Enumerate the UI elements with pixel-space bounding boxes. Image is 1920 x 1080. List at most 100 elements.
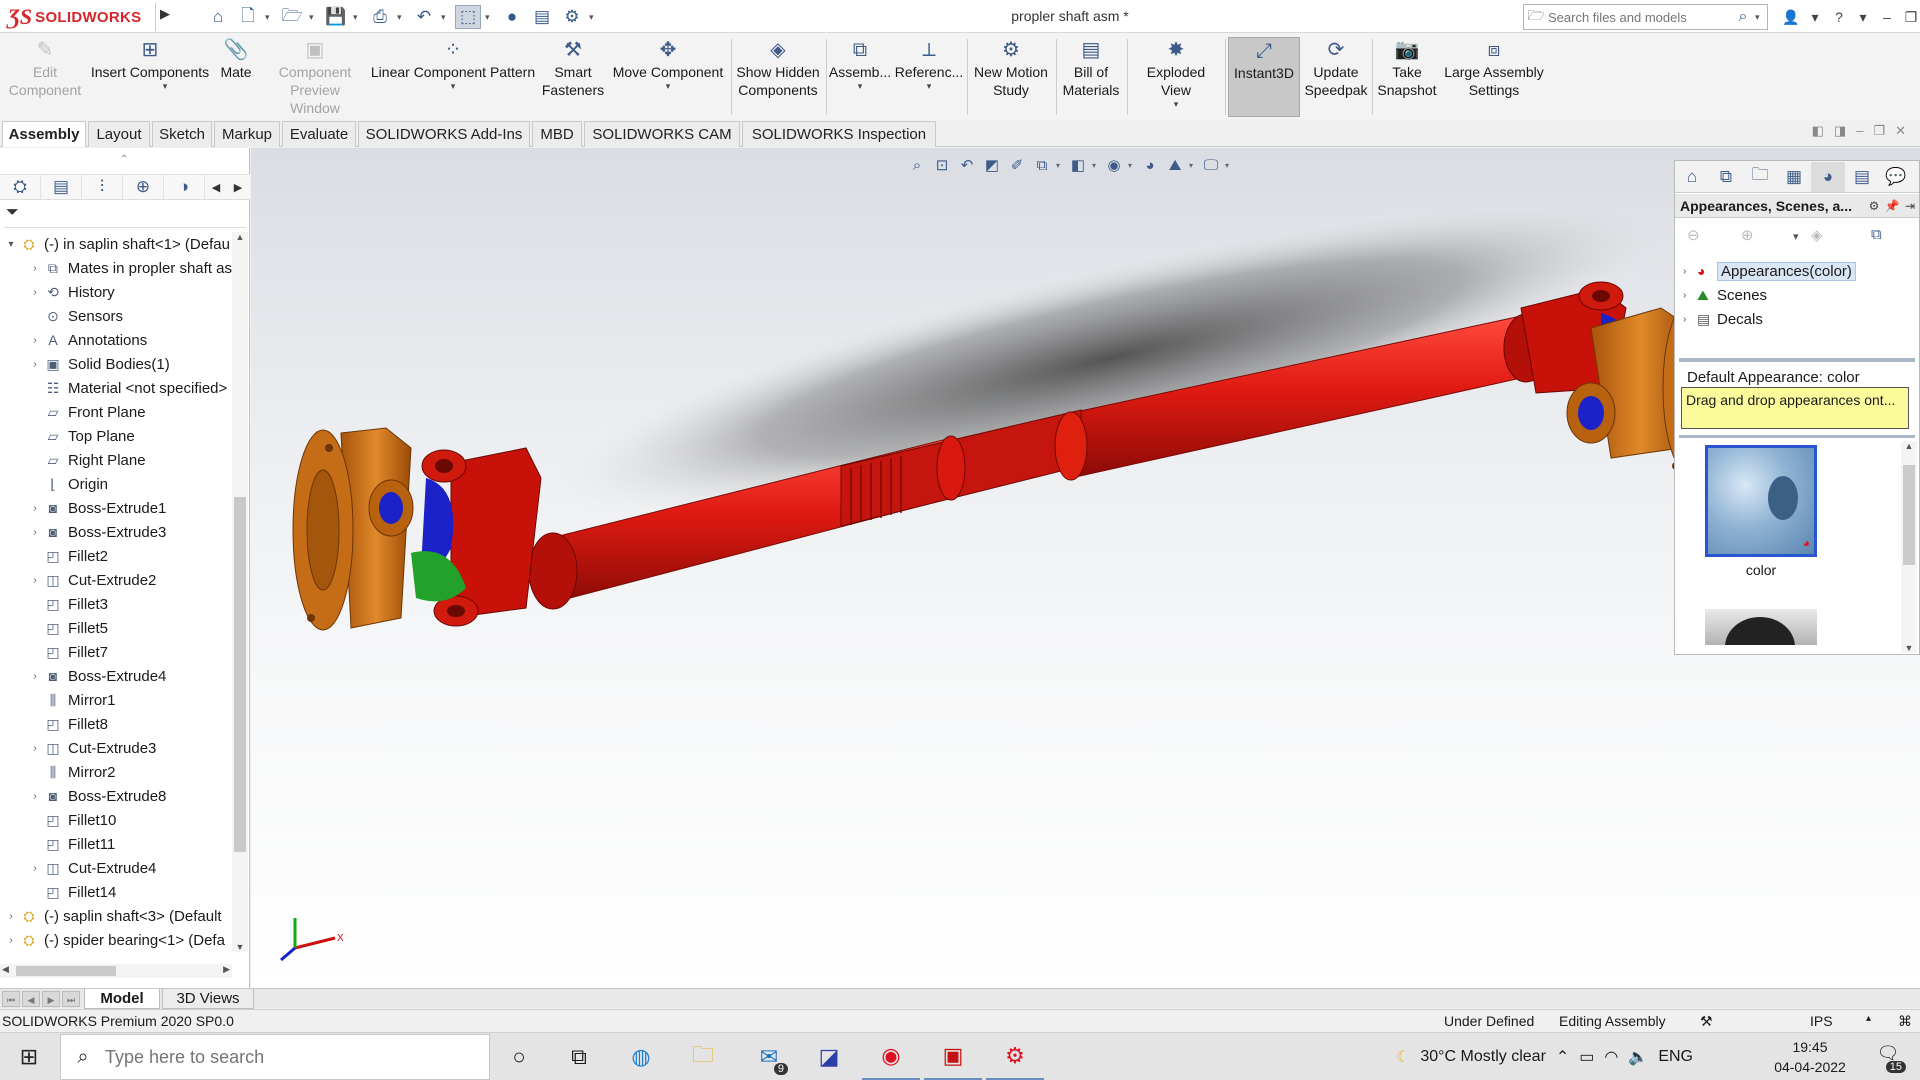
taskbar-search-input[interactable] <box>105 1046 475 1068</box>
minimize-icon[interactable]: – <box>1876 5 1898 29</box>
tree-item[interactable]: ◰ Fillet5 <box>0 616 232 640</box>
tree-item[interactable]: › ⟲ History <box>0 280 232 304</box>
tree-item[interactable]: ☷ Material <not specified> <box>0 376 232 400</box>
appearance-thumbnail-2[interactable] <box>1705 609 1817 645</box>
expand-arrow-icon[interactable]: › <box>28 863 42 874</box>
tags-icon[interactable]: ⌘ <box>1898 1013 1912 1030</box>
linear-component-pattern-button[interactable]: ⁘ Linear Component Pattern ▾ <box>368 37 538 117</box>
large-assembly-settings-button[interactable]: ⧈ Large Assembly Settings <box>1442 37 1546 117</box>
dimxpert-manager-icon[interactable]: ⊕ <box>123 174 164 200</box>
undo-icon[interactable]: ↶ <box>411 5 437 29</box>
options-gear-icon[interactable]: ⚙ <box>559 5 585 29</box>
expand-arrow-icon[interactable]: › <box>28 263 42 274</box>
solidworks-taskbar-icon[interactable]: ▣ <box>924 1033 982 1080</box>
tree-vertical-scrollbar[interactable]: ▲ ▼ <box>232 232 248 952</box>
print-dropdown-icon[interactable]: ▾ <box>397 12 407 23</box>
prev-tab-icon[interactable]: ◀ <box>22 991 40 1007</box>
doc-restore-icon[interactable]: ❐ <box>1873 123 1885 139</box>
menu-expand-arrow-icon[interactable]: ▶ <box>160 6 170 26</box>
reference-geometry-dropdown-icon[interactable]: ▾ <box>927 81 932 91</box>
bill-of-materials-button[interactable]: ▤ Bill of Materials <box>1058 37 1124 117</box>
add-to-library-icon[interactable]: ◈ <box>1811 226 1823 244</box>
options-dropdown-icon[interactable]: ▾ <box>589 12 599 23</box>
save-icon[interactable]: 💾 <box>323 5 349 29</box>
first-tab-icon[interactable]: ⏮ <box>2 991 20 1007</box>
exploded-view-dropdown-icon[interactable]: ▾ <box>1174 99 1179 109</box>
update-speedpak-button[interactable]: ⟳ Update Speedpak <box>1302 37 1370 117</box>
traffic-light-icon[interactable]: ● <box>499 5 525 29</box>
tab-3d-views[interactable]: 3D Views <box>162 989 254 1009</box>
windows-start-icon[interactable]: ⊞ <box>0 1033 58 1080</box>
scroll-down-icon[interactable]: ▼ <box>1901 643 1917 653</box>
edit-component-button[interactable]: ✎ Edit Component <box>4 37 86 117</box>
tab-markup[interactable]: Markup <box>214 121 280 147</box>
take-snapshot-button[interactable]: 📷 Take Snapshot <box>1374 37 1440 117</box>
tree-item[interactable]: ▾ ⛭ (-) in saplin shaft<1> (Defau <box>0 232 232 256</box>
expand-arrow-icon[interactable]: › <box>28 287 42 298</box>
tree-item[interactable]: ▱ Right Plane <box>0 448 232 472</box>
tile-right-icon[interactable]: ◨ <box>1834 123 1846 139</box>
open-dropdown-icon[interactable]: ▾ <box>309 12 319 23</box>
tab-model[interactable]: Model <box>84 989 160 1009</box>
feature-manager-tree-icon[interactable]: ⛭ <box>0 174 41 200</box>
tree-item[interactable]: › ◙ Boss-Extrude8 <box>0 784 232 808</box>
tree-item[interactable]: › ⛭ (-) saplin shaft<3> (Default <box>0 904 232 928</box>
tree-item[interactable]: ◰ Fillet14 <box>0 880 232 904</box>
solidworks-launcher-icon[interactable]: ⚙ <box>986 1033 1044 1080</box>
new-document-icon[interactable]: 🗋 <box>235 5 261 29</box>
pane-splitter[interactable] <box>1679 358 1915 362</box>
help-dropdown-icon[interactable]: ▾ <box>1852 5 1874 29</box>
property-manager-icon[interactable]: ▤ <box>41 174 82 200</box>
mate-button[interactable]: 📎 Mate <box>214 37 258 117</box>
doc-minimize-icon[interactable]: – <box>1856 123 1863 139</box>
tree-item[interactable]: ▱ Top Plane <box>0 424 232 448</box>
configuration-manager-icon[interactable]: ⫶ <box>82 174 123 200</box>
tree-item-scenes[interactable]: › ⛰ Scenes <box>1683 283 1767 307</box>
wifi-icon[interactable]: ◠ <box>1604 1047 1618 1067</box>
save-dropdown-icon[interactable]: ▾ <box>353 12 363 23</box>
tree-item[interactable]: › ⧉ Mates in propler shaft as <box>0 256 232 280</box>
move-component-button[interactable]: ✥ Move Component ▾ <box>608 37 728 117</box>
tree-item[interactable]: ⫼ Mirror2 <box>0 760 232 784</box>
home-icon[interactable]: ⌂ <box>205 5 231 29</box>
notification-center-icon[interactable]: 🗨 15 <box>1868 1043 1908 1073</box>
restore-icon[interactable]: ❐ <box>1900 5 1920 29</box>
unit-system[interactable]: IPS <box>1810 1013 1833 1029</box>
tree-item[interactable]: › ◙ Boss-Extrude1 <box>0 496 232 520</box>
expand-arrow-icon[interactable]: › <box>4 911 18 922</box>
scroll-up-icon[interactable]: ▲ <box>232 232 248 242</box>
thumbnail-scrollbar[interactable]: ▲ ▼ <box>1901 441 1917 653</box>
print-icon[interactable]: ⎙ <box>367 5 393 29</box>
task-pane-options-icon[interactable]: ⚙ <box>1865 199 1883 213</box>
expand-arrow-icon[interactable]: › <box>28 791 42 802</box>
tab-evaluate[interactable]: Evaluate <box>282 121 356 147</box>
rebuild-icon[interactable]: ⚒ <box>1700 1013 1713 1030</box>
pin-icon[interactable]: 📌 <box>1883 199 1901 213</box>
weather-moon-icon[interactable]: ☾ <box>1396 1047 1410 1067</box>
tab-layout[interactable]: Layout <box>88 121 150 147</box>
solidworks-resources-icon[interactable]: ⌂ <box>1675 162 1709 192</box>
mail-icon[interactable]: ✉ 9 <box>740 1033 798 1080</box>
component-preview-button[interactable]: ▣ Component Preview Window <box>264 37 366 117</box>
next-tab-icon[interactable]: ▶ <box>42 991 60 1007</box>
linear-pattern-dropdown-icon[interactable]: ▾ <box>451 81 456 91</box>
taskbar-search[interactable]: ⌕ <box>60 1034 490 1080</box>
pane-splitter[interactable] <box>1679 435 1915 438</box>
custom-properties-icon[interactable]: ▤ <box>1845 162 1879 192</box>
tree-item-appearances[interactable]: › ◕ Appearances(color) <box>1683 259 1856 283</box>
tile-left-icon[interactable]: ◧ <box>1812 123 1824 139</box>
forum-icon[interactable]: 💬 <box>1879 162 1913 192</box>
search-dropdown-icon[interactable]: ▾ <box>1755 12 1767 23</box>
design-library-icon[interactable]: ⧉ <box>1709 162 1743 192</box>
expand-arrow-icon[interactable]: › <box>28 743 42 754</box>
tree-item[interactable]: ⌊ Origin <box>0 472 232 496</box>
cortana-icon[interactable]: ○ <box>490 1033 548 1080</box>
tree-hscroll-thumb[interactable] <box>16 966 116 976</box>
last-tab-icon[interactable]: ⏭ <box>62 991 80 1007</box>
exploded-view-button[interactable]: ✸ Exploded View ▾ <box>1130 37 1222 117</box>
search-input[interactable] <box>1548 9 1731 25</box>
collapse-pane-icon[interactable]: ⇥ <box>1901 199 1919 213</box>
scroll-right-icon[interactable]: ▶ <box>223 964 230 975</box>
file-properties-icon[interactable]: ▤ <box>529 5 555 29</box>
show-hidden-components-button[interactable]: ◈ Show Hidden Components <box>734 37 822 117</box>
